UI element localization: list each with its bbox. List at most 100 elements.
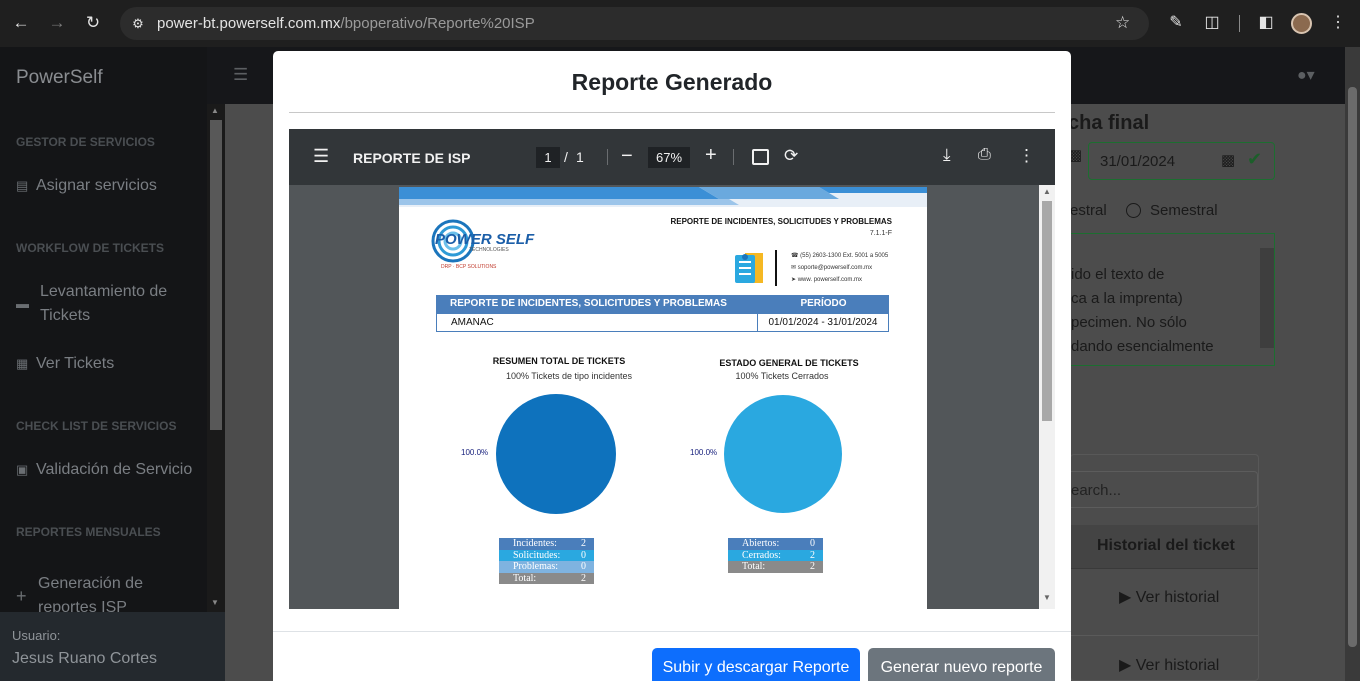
toolbar-separator <box>607 149 608 165</box>
chart2-subtitle: 100% Tickets Cerrados <box>735 371 829 381</box>
page-total: 1 <box>576 149 584 165</box>
legend-label: Incidentes: <box>513 538 557 549</box>
chart2-slice-cerrados <box>724 395 842 513</box>
upload-download-button[interactable]: Subir y descargar Reporte <box>652 648 860 681</box>
sidebar-item-label: Validación de Servicio <box>36 461 193 478</box>
browser-menu-icon[interactable]: ⋮ <box>1327 12 1349 34</box>
pdf-menu-icon[interactable]: ☰ <box>313 147 329 165</box>
plus-icon: + <box>16 586 27 606</box>
table-icon: ▦ <box>16 356 29 371</box>
legend-value: 2 <box>581 572 586 584</box>
user-menu-icon[interactable]: ●▾ <box>1297 65 1315 85</box>
chart2-title: ESTADO GENERAL DE TICKETS <box>719 358 859 368</box>
pdf-page: POWER SELF TECHNOLOGIES DRP · BCP SOLUTI… <box>399 187 927 609</box>
sidebar-item-ver-tickets[interactable]: ▦ Ver Tickets <box>16 352 114 376</box>
hamburger-menu-icon[interactable]: ☰ <box>233 65 248 85</box>
powerself-logo: POWER SELF TECHNOLOGIES DRP · BCP SOLUTI… <box>431 217 534 273</box>
pdf-more-icon[interactable]: ⋮ <box>1018 146 1035 166</box>
generate-new-report-button[interactable]: Generar nuevo reporte <box>868 648 1055 681</box>
fecha-final-input[interactable]: 31/01/2024 ▩ ✔ <box>1088 142 1275 180</box>
textarea-line: pecimen. No sólo <box>1071 314 1187 331</box>
logo-subtext: TECHNOLOGIES <box>469 247 509 253</box>
pdf-toolbar: ☰ REPORTE DE ISP 1 / 1 − 67% + ⟳ ⤓ ⎙ ⋮ <box>289 129 1055 185</box>
download-icon[interactable]: ⤓ <box>943 145 951 165</box>
legend-row-total: Total: 2 <box>728 561 823 573</box>
legend-row-incidentes: Incidentes: 2 <box>499 538 594 550</box>
pdf-header-title: REPORTE DE INCIDENTES, SOLICITUDES Y PRO… <box>670 217 892 226</box>
pdf-scrollbar[interactable]: ▲ ▼ <box>1039 185 1055 609</box>
chart2-percent-label: 100.0% <box>690 448 718 457</box>
calendar-icon[interactable]: ▩ <box>1221 151 1235 169</box>
chart2-pie <box>724 395 842 513</box>
extensions-icon[interactable]: ◫ <box>1201 12 1223 34</box>
modal-footer-divider <box>273 631 1071 632</box>
legend-value: 2 <box>810 561 815 572</box>
scroll-down-arrow-icon[interactable]: ▼ <box>1043 593 1051 602</box>
fecha-final-label: cha final <box>1068 112 1150 134</box>
sidebar-scroll-thumb[interactable] <box>210 120 222 430</box>
cursor-icon: ➤ <box>791 277 797 283</box>
address-bar[interactable]: ⚙ power-bt.powerself.com.mx/bpoperativo/… <box>120 7 1149 40</box>
scroll-down-arrow-icon[interactable]: ▼ <box>211 598 219 607</box>
chart1-slice-incidentes <box>496 394 616 514</box>
comments-textarea[interactable]: ido el texto de ca a la imprenta) pecime… <box>1070 233 1275 366</box>
ver-historial-toggle[interactable]: ▶ Ver historial <box>1119 655 1219 675</box>
sidebar-section-reportes: REPORTES MENSUALES <box>16 525 161 539</box>
chart1-pie <box>496 394 616 514</box>
fit-to-page-icon[interactable] <box>752 149 769 165</box>
side-panel-icon[interactable]: ◧ <box>1255 12 1277 34</box>
legend-row-total: Total: 2 <box>499 572 594 584</box>
rotate-icon[interactable]: ⟳ <box>784 146 798 166</box>
back-icon[interactable]: ← <box>10 12 32 34</box>
contact-web-text: www. powerself.com.mx <box>797 277 863 283</box>
sidebar-item-label: Asignar servicios <box>36 177 157 194</box>
sidebar-scrollbar[interactable]: ▲ ▼ <box>207 104 225 612</box>
legend-label: Problemas: <box>513 561 558 572</box>
legend-value: 0 <box>581 549 586 561</box>
sidebar-item-asignar-servicios[interactable]: ▤ Asignar servicios <box>16 174 157 198</box>
col-header-historial: Historial del ticket <box>1097 537 1235 554</box>
user-label: Usuario: <box>12 628 61 643</box>
user-name: Jesus Ruano Cortes <box>12 650 157 667</box>
scroll-up-arrow-icon[interactable]: ▲ <box>1043 187 1051 196</box>
legend-row-solicitudes: Solicitudes: 0 <box>499 549 594 561</box>
reload-icon[interactable]: ↻ <box>82 12 104 34</box>
page-header-band <box>399 187 927 207</box>
semestral-radio[interactable] <box>1126 203 1141 218</box>
search-input[interactable]: earch... <box>1071 471 1258 508</box>
page-number-input[interactable]: 1 <box>536 147 560 168</box>
zoom-out-icon[interactable]: − <box>621 145 633 168</box>
contact-email: ✉ soporte@powerself.com.mx <box>791 264 872 271</box>
url-path: /bpoperativo/Reporte%20ISP <box>340 15 535 32</box>
profile-avatar[interactable] <box>1291 13 1312 34</box>
legend-value: 2 <box>581 538 586 549</box>
textarea-scrollbar[interactable] <box>1260 248 1274 348</box>
browser-toolbar: ← → ↻ ⚙ power-bt.powerself.com.mx/bpoper… <box>0 0 1360 47</box>
ver-historial-toggle[interactable]: ▶ Ver historial <box>1119 587 1219 607</box>
user-panel: Usuario: Jesus Ruano Cortes <box>0 612 225 681</box>
legend-row-abiertos: Abiertos: 0 <box>728 538 823 550</box>
table-cell-client: AMANAC <box>436 313 758 332</box>
modal-divider <box>289 112 1055 113</box>
site-info-icon[interactable]: ⚙ <box>129 15 147 33</box>
app-brand: PowerSelf <box>16 67 103 88</box>
sidebar-item-label: Generación de reportes ISP <box>38 575 143 616</box>
table-row: ▶ Ver historial <box>1071 637 1258 681</box>
page-scrollbar[interactable] <box>1345 47 1360 681</box>
sidebar-item-validacion[interactable]: ▣ Validación de Servicio <box>16 458 192 482</box>
contact-divider <box>775 250 777 286</box>
forward-icon[interactable]: → <box>46 12 68 34</box>
eyedropper-icon[interactable]: ✎ <box>1165 12 1187 34</box>
table-header-report: REPORTE DE INCIDENTES, SOLICITUDES Y PRO… <box>436 295 758 313</box>
sidebar-item-levantamiento[interactable]: ▬ Levantamiento de Tickets <box>16 280 186 328</box>
toolbar-divider <box>1239 15 1240 32</box>
scroll-up-arrow-icon[interactable]: ▲ <box>211 106 219 115</box>
legend-value: 0 <box>810 538 815 549</box>
pdf-scroll-thumb[interactable] <box>1042 201 1052 421</box>
zoom-level-input[interactable]: 67% <box>648 147 690 168</box>
contact-web: ➤ www. powerself.com.mx <box>791 276 862 283</box>
zoom-in-icon[interactable]: + <box>705 144 717 167</box>
print-icon[interactable]: ⎙ <box>978 146 991 164</box>
bookmark-star-icon[interactable]: ☆ <box>1115 13 1130 33</box>
page-scroll-thumb[interactable] <box>1348 87 1357 647</box>
